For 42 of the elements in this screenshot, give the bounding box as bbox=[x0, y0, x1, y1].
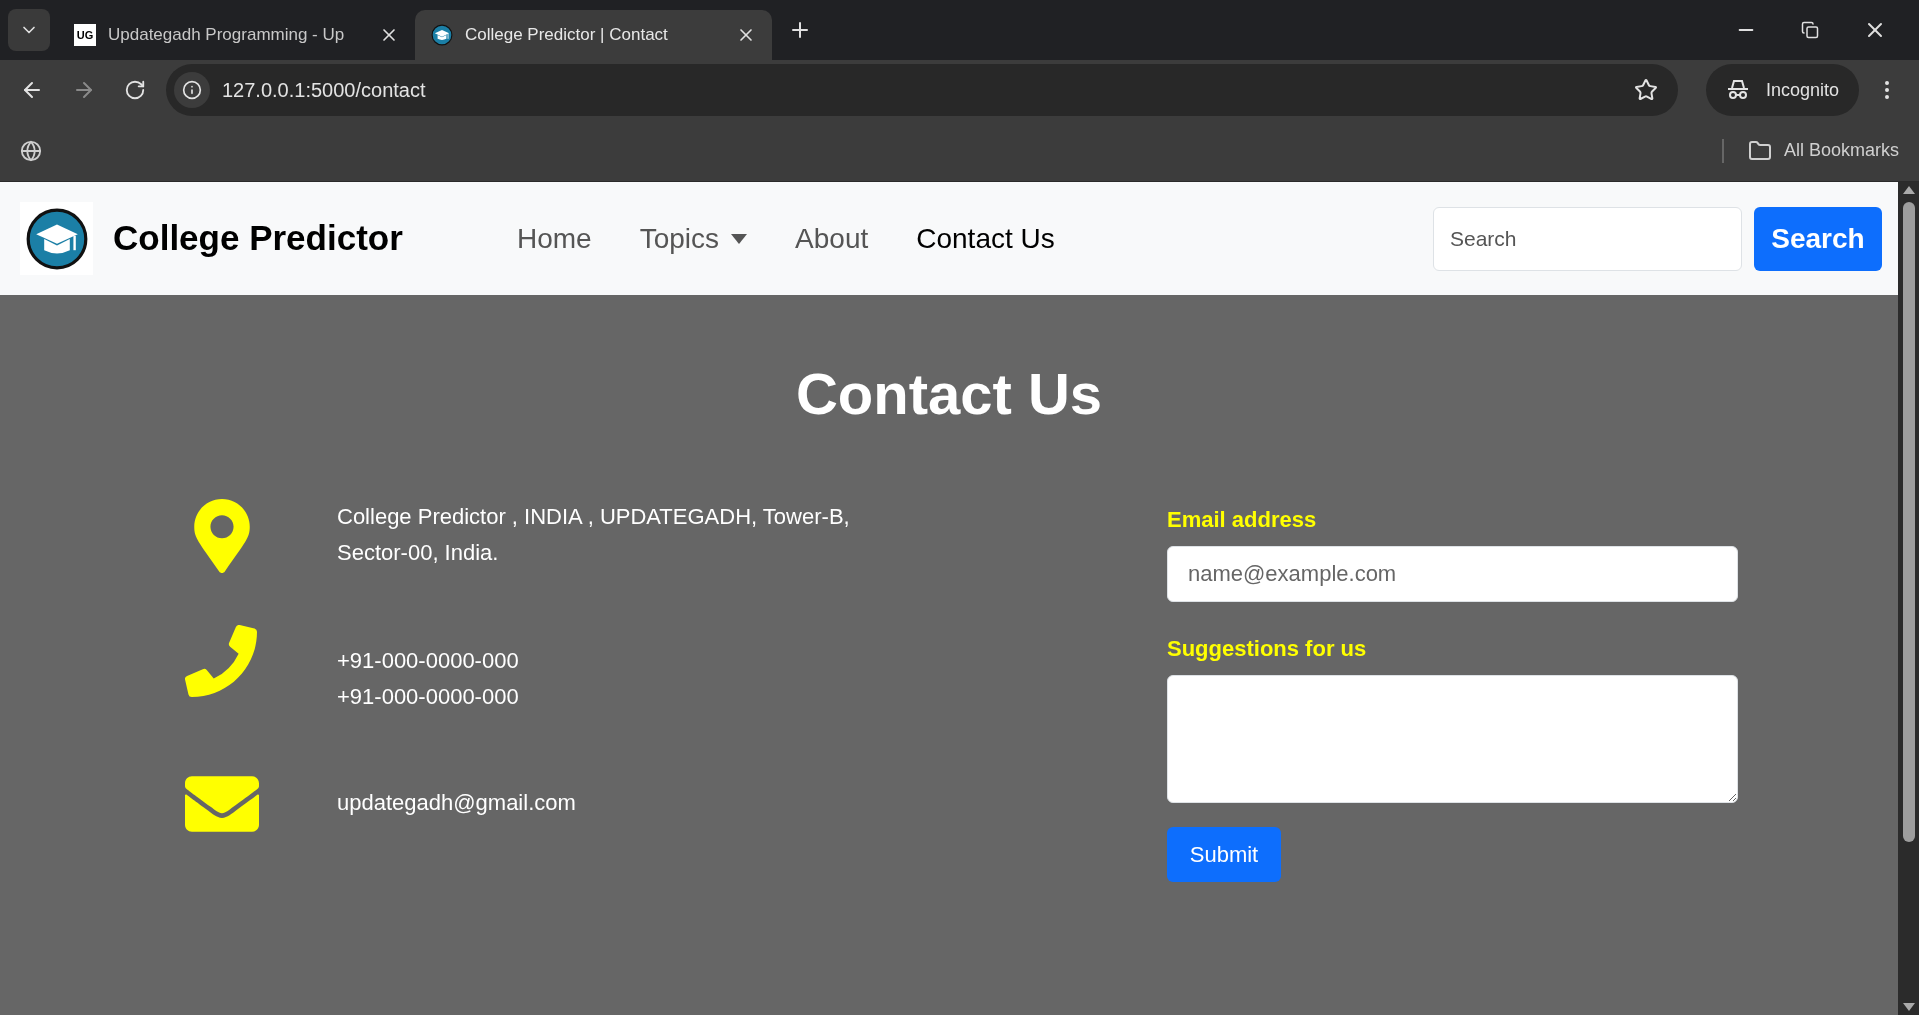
search-button[interactable]: Search bbox=[1754, 206, 1882, 271]
email-field[interactable]: name@example.com bbox=[1167, 546, 1738, 602]
info-icon[interactable] bbox=[182, 80, 202, 100]
contact-info-text: +91-000-0000-000 bbox=[337, 683, 519, 711]
browser-tab[interactable]: UG Updategadh Programming - Up bbox=[58, 10, 415, 60]
favicon: UG bbox=[74, 24, 96, 46]
contact-info-text: updategadh@gmail.com bbox=[337, 789, 576, 817]
contact-info-text: Sector-00, India. bbox=[337, 539, 500, 567]
reload-icon[interactable] bbox=[124, 79, 146, 101]
url-text: 127.0.0.1:5000/contact bbox=[222, 78, 427, 103]
tab-title: College Predictor | Contact bbox=[465, 24, 669, 47]
cap-favicon-icon bbox=[431, 24, 453, 46]
bookmarks-label: All Bookmarks bbox=[1783, 139, 1899, 162]
field-label: Suggestions for us bbox=[1167, 635, 1368, 663]
brand-name[interactable]: College Predictor bbox=[113, 212, 513, 265]
field-label: Email address bbox=[1167, 506, 1318, 534]
contact-info-text: College Predictor , INDIA , UPDATEGADH, Tower-B, bbox=[337, 503, 850, 531]
contact-info-text: +91-000-0000-000 bbox=[337, 647, 519, 675]
address-bar[interactable]: 127.0.0.1:5000/contact bbox=[166, 64, 1678, 116]
search-field[interactable]: Search bbox=[1433, 206, 1742, 271]
page-heading: Contact Us bbox=[794, 360, 1104, 428]
graduation-cap-logo-icon bbox=[24, 206, 89, 271]
restore-icon[interactable] bbox=[1801, 21, 1819, 39]
globe-icon[interactable] bbox=[20, 139, 42, 162]
suggestions-field[interactable] bbox=[1167, 675, 1738, 803]
nav-link[interactable]: Home bbox=[517, 217, 592, 260]
nav-link[interactable]: About bbox=[795, 217, 869, 260]
nav-link[interactable]: Topics bbox=[639, 217, 748, 260]
hat-glasses-icon bbox=[1725, 79, 1750, 101]
phone-icon bbox=[185, 625, 257, 697]
scrollbar[interactable] bbox=[1898, 182, 1919, 1015]
browser-tab[interactable]: College Predictor | Contact bbox=[415, 10, 772, 60]
scroll-down-icon[interactable] bbox=[1902, 1003, 1915, 1011]
nav-link[interactable]: Contact Us bbox=[916, 217, 1055, 260]
caret-icon bbox=[731, 233, 748, 244]
scroll-up-icon[interactable] bbox=[1902, 186, 1915, 194]
submit-button[interactable]: Submit bbox=[1167, 827, 1281, 882]
all-bookmarks-button[interactable]: All Bookmarks bbox=[1747, 137, 1899, 164]
tab-title: Updategadh Programming - Up bbox=[108, 24, 346, 47]
profile-button[interactable]: Incognito bbox=[1705, 64, 1859, 116]
star-icon[interactable] bbox=[1633, 78, 1658, 102]
folder-icon bbox=[1747, 138, 1772, 163]
